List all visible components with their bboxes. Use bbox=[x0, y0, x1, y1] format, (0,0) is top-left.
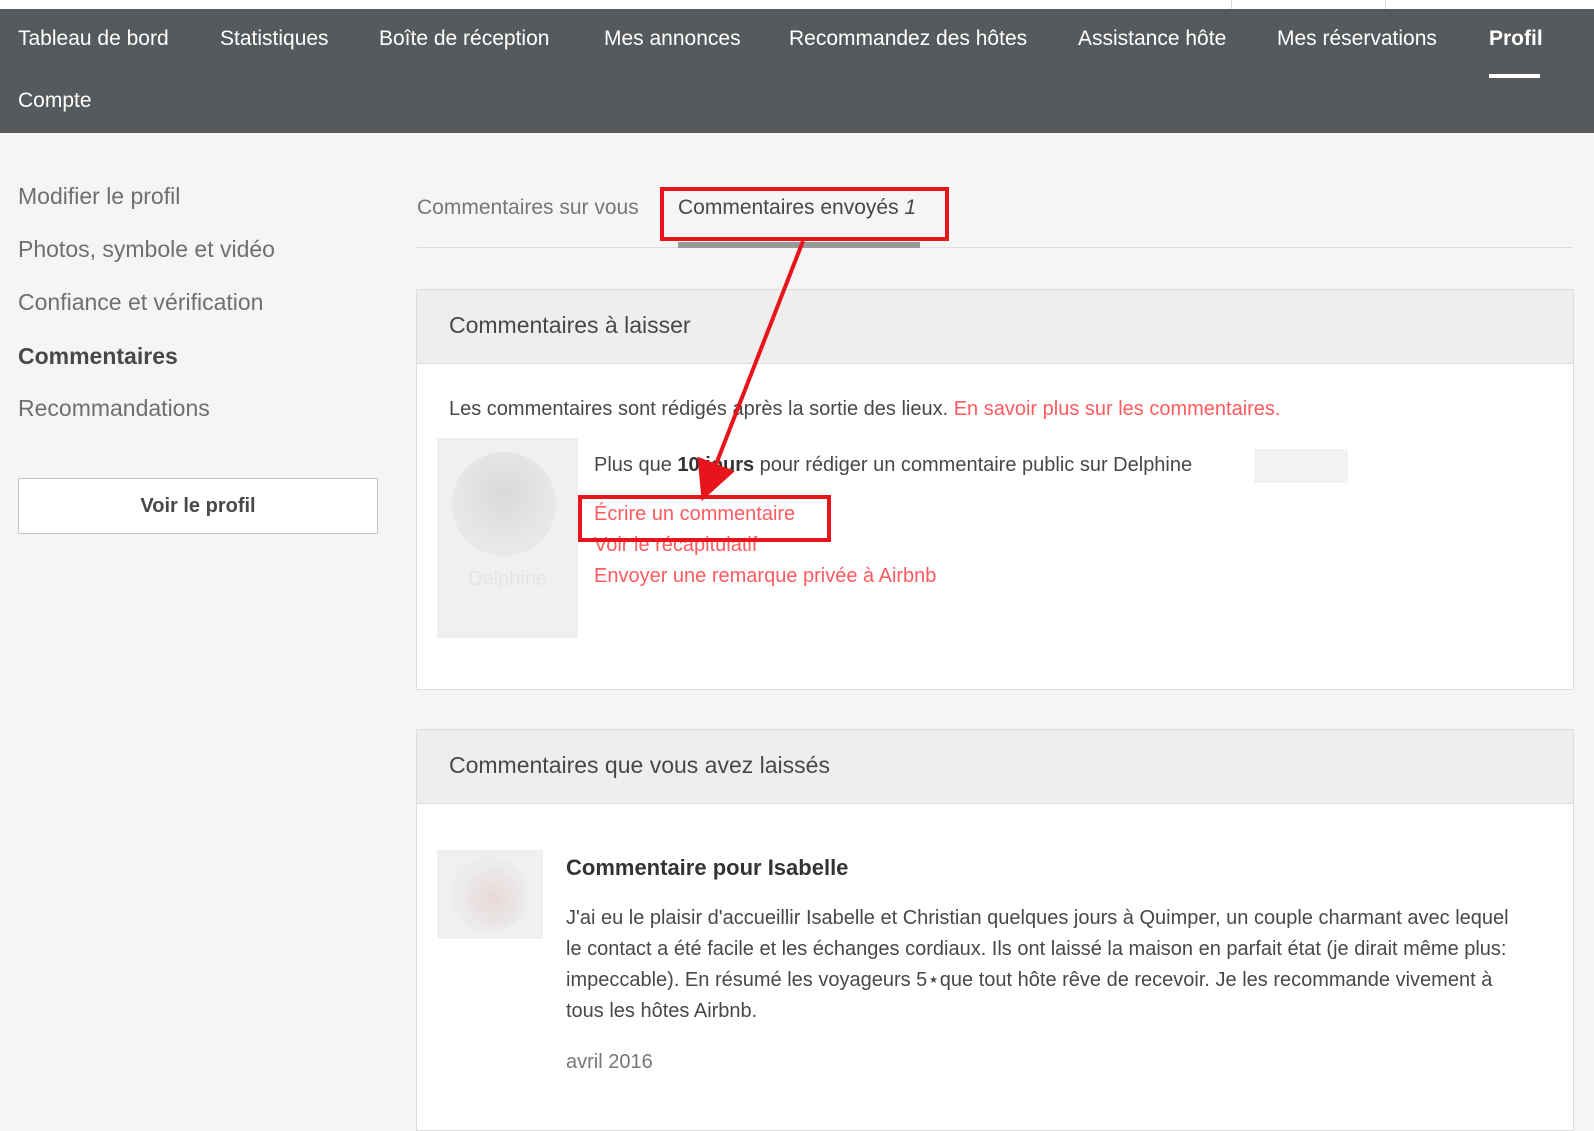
annotation-arrow bbox=[697, 240, 805, 502]
annotation-arrow-line bbox=[697, 240, 805, 502]
